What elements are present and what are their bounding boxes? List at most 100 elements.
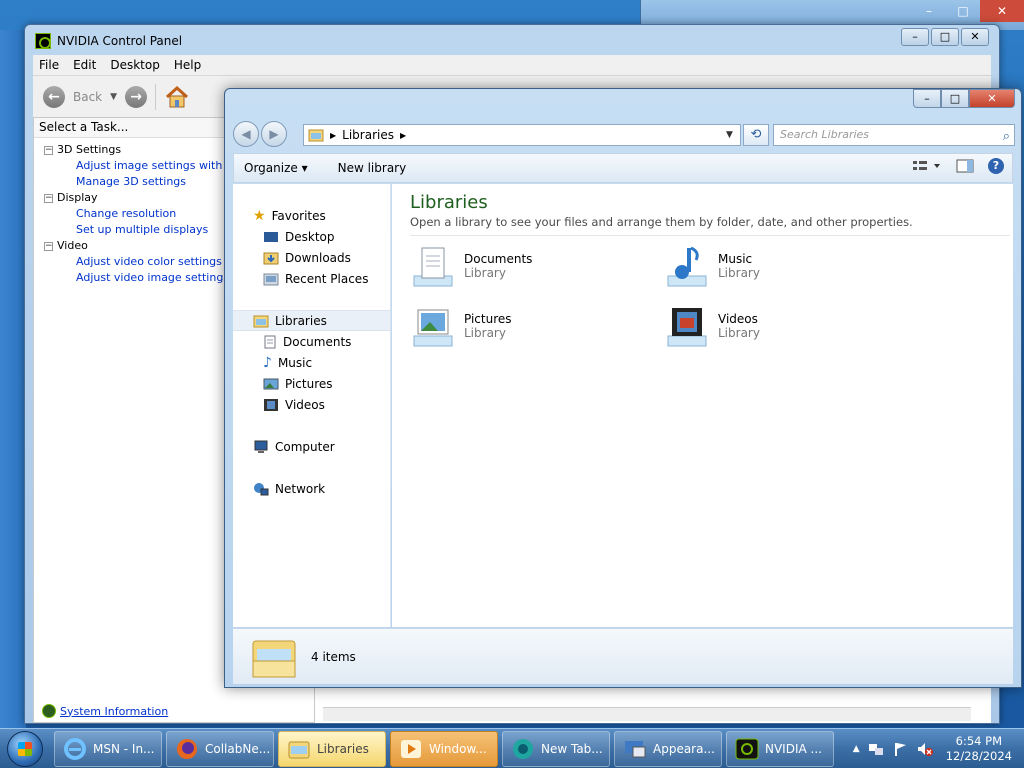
nav-favorites[interactable]: ★ Favorites xyxy=(233,205,390,226)
bg-minimize-button[interactable]: – xyxy=(912,0,946,22)
firefox-icon xyxy=(177,738,197,759)
browser-icon xyxy=(513,738,533,759)
back-button-label[interactable]: Back xyxy=(73,90,102,104)
explorer-minimize-button[interactable]: – xyxy=(913,89,941,108)
recent-places-icon xyxy=(263,273,279,285)
explorer-close-button[interactable]: ✕ xyxy=(969,89,1015,108)
system-information-link[interactable]: System Information xyxy=(42,704,168,718)
breadcrumb-arrow-icon[interactable]: ▶ xyxy=(330,131,336,140)
nav-downloads[interactable]: Downloads xyxy=(233,247,390,268)
view-controls: ? xyxy=(912,158,1004,174)
collapse-icon[interactable]: − xyxy=(44,241,53,251)
libraries-large-icon xyxy=(252,640,296,677)
command-bar: Organize ▾ New library ? xyxy=(233,153,1013,183)
back-button[interactable]: ◀ xyxy=(233,121,259,147)
system-info-icon xyxy=(42,704,56,718)
taskbar-windows-media[interactable]: Window... xyxy=(390,730,498,767)
appearance-icon xyxy=(625,740,646,757)
collapse-icon[interactable]: − xyxy=(44,193,53,203)
nav-music[interactable]: ♪ Music xyxy=(233,352,390,373)
nvidia-maximize-button[interactable]: □ xyxy=(931,28,959,46)
breadcrumb-libraries[interactable]: Libraries xyxy=(342,128,394,142)
libraries-folder-icon xyxy=(308,129,324,142)
start-button[interactable] xyxy=(0,729,50,768)
help-icon[interactable]: ? xyxy=(988,158,1004,174)
videos-icon xyxy=(264,398,278,411)
explorer-folder-icon xyxy=(288,741,310,758)
address-dropdown-icon[interactable]: ▼ xyxy=(726,130,740,140)
nav-libraries[interactable]: Libraries xyxy=(233,310,390,331)
nav-desktop[interactable]: Desktop xyxy=(233,226,390,247)
clock[interactable]: 6:54 PM 12/28/2024 xyxy=(942,734,1016,764)
clock-time: 6:54 PM xyxy=(955,733,1003,748)
library-tile-documents[interactable]: Documents Library xyxy=(410,244,664,290)
nav-recent-places[interactable]: Recent Places xyxy=(233,268,390,289)
nvidia-close-button[interactable]: ✕ xyxy=(961,28,989,46)
search-input[interactable]: Search Libraries ⌕ xyxy=(773,124,1015,146)
action-center-flag-icon[interactable] xyxy=(892,741,908,757)
forward-arrow-icon[interactable]: → xyxy=(125,85,148,108)
taskbar-firefox[interactable]: CollabNe... xyxy=(166,730,274,767)
nav-documents[interactable]: Documents xyxy=(233,331,390,352)
taskbar-nvidia[interactable]: NVIDIA ... xyxy=(726,730,834,767)
media-player-icon xyxy=(401,739,421,758)
nav-computer[interactable]: Computer xyxy=(233,436,390,457)
new-library-button[interactable]: New library xyxy=(338,161,407,175)
organize-button[interactable]: Organize ▾ xyxy=(244,161,308,175)
nvidia-logo-icon xyxy=(35,33,51,49)
menu-desktop[interactable]: Desktop xyxy=(110,58,160,72)
search-icon[interactable]: ⌕ xyxy=(1003,127,1010,147)
music-icon: ♪ xyxy=(263,354,272,371)
nvidia-icon xyxy=(735,738,759,759)
internet-explorer-icon xyxy=(64,737,86,760)
navigation-pane: ★ Favorites Desktop Downloads Recent Pla… xyxy=(233,184,391,627)
pictures-library-icon xyxy=(413,309,453,347)
nvidia-title-bar: NVIDIA Control Panel xyxy=(35,31,182,51)
bg-close-button[interactable]: ✕ xyxy=(980,0,1024,22)
library-tile-music[interactable]: Music Library xyxy=(664,244,918,290)
horizontal-scrollbar[interactable] xyxy=(323,707,971,721)
nav-pictures[interactable]: Pictures xyxy=(233,373,390,394)
forward-button[interactable]: ▶ xyxy=(261,121,287,147)
explorer-window[interactable]: – □ ✕ ◀ ▶ ▶ Libraries ▶ ▼ ⟲ Search Libra… xyxy=(224,88,1022,688)
nvidia-minimize-button[interactable]: – xyxy=(901,28,929,46)
taskbar-libraries[interactable]: Libraries xyxy=(278,730,386,767)
back-arrow-icon[interactable]: ← xyxy=(43,85,65,108)
library-tile-pictures[interactable]: Pictures Library xyxy=(410,304,664,350)
preview-pane-icon[interactable] xyxy=(956,159,974,173)
network-icon xyxy=(254,482,269,495)
menu-edit[interactable]: Edit xyxy=(73,58,96,72)
nvidia-menu-bar: File Edit Desktop Help xyxy=(33,55,991,75)
back-dropdown-icon[interactable]: ▼ xyxy=(110,92,117,102)
library-tile-videos[interactable]: Videos Library xyxy=(664,304,918,350)
home-icon[interactable] xyxy=(164,85,190,109)
content-title: Libraries xyxy=(410,192,488,213)
nav-network[interactable]: Network xyxy=(233,478,390,499)
item-count: 4 items xyxy=(311,649,356,664)
collapse-icon[interactable]: − xyxy=(44,145,53,155)
taskbar-appearance[interactable]: Appeara... xyxy=(614,730,722,767)
background-window-caption-buttons: – □ ✕ xyxy=(912,0,1024,26)
change-view-icon[interactable] xyxy=(912,159,942,173)
library-name: Pictures xyxy=(464,312,512,326)
network-tray-icon[interactable] xyxy=(868,741,884,757)
volume-muted-icon[interactable] xyxy=(916,741,934,757)
explorer-maximize-button[interactable]: □ xyxy=(941,89,969,108)
menu-help[interactable]: Help xyxy=(174,58,201,72)
taskbar-new-tab[interactable]: New Tab... xyxy=(502,730,610,767)
system-tray: ▲ 6:54 PM 12/28/2024 xyxy=(853,734,1024,764)
documents-library-icon xyxy=(413,247,453,287)
show-hidden-icons-icon[interactable]: ▲ xyxy=(853,744,860,754)
address-bar[interactable]: ▶ Libraries ▶ ▼ xyxy=(303,124,741,146)
taskbar-msn-ie[interactable]: MSN - In... xyxy=(54,730,162,767)
menu-file[interactable]: File xyxy=(39,58,59,72)
refresh-button[interactable]: ⟲ xyxy=(743,124,769,146)
bg-maximize-button[interactable]: □ xyxy=(946,0,980,22)
breadcrumb-arrow-icon[interactable]: ▶ xyxy=(400,131,406,140)
documents-icon xyxy=(264,335,276,348)
downloads-icon xyxy=(263,252,279,264)
nav-videos[interactable]: Videos xyxy=(233,394,390,415)
clock-date: 12/28/2024 xyxy=(945,748,1012,763)
search-placeholder: Search Libraries xyxy=(780,128,870,141)
details-pane: 4 items xyxy=(233,628,1013,684)
